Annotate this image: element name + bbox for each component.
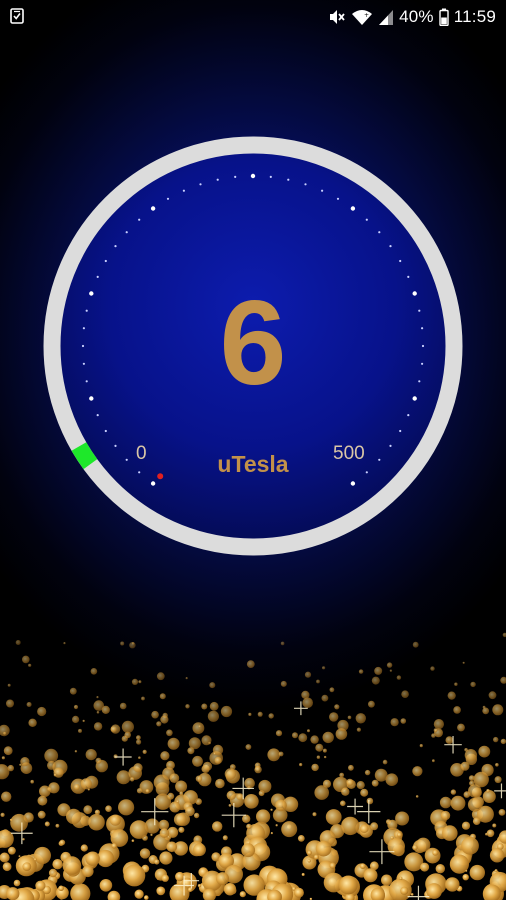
minor-tick — [269, 175, 272, 178]
minor-tick — [421, 362, 424, 365]
scale-min-label: 0 — [136, 443, 147, 464]
minor-tick — [104, 429, 107, 433]
gauge-value: 6 — [219, 276, 287, 410]
minor-tick — [389, 245, 392, 248]
minor-tick — [421, 327, 424, 330]
minor-tick — [336, 197, 340, 200]
major-tick — [89, 396, 94, 401]
major-tick — [350, 481, 356, 486]
minor-tick — [418, 309, 421, 312]
major-tick — [89, 291, 94, 296]
minor-tick — [399, 259, 402, 263]
minor-tick — [365, 471, 368, 474]
minor-tick — [85, 380, 88, 383]
minor-tick — [138, 218, 141, 221]
minor-tick — [82, 327, 85, 330]
minor-tick — [104, 259, 107, 263]
major-tick — [150, 481, 156, 486]
major-tick — [412, 396, 417, 401]
minor-tick — [125, 458, 128, 461]
scale-max-label: 500 — [333, 443, 365, 464]
minor-tick — [138, 471, 141, 474]
minor-tick — [389, 444, 392, 447]
major-tick — [412, 291, 417, 296]
major-tick — [150, 206, 156, 211]
minor-tick — [114, 245, 117, 248]
minor-tick — [114, 444, 117, 447]
minor-tick — [182, 189, 185, 192]
minor-tick — [365, 218, 368, 221]
gold-sparkle-decoration — [0, 632, 506, 900]
needle-dot — [157, 473, 164, 480]
minor-tick — [399, 429, 402, 433]
major-tick — [350, 206, 356, 211]
minor-tick — [85, 309, 88, 312]
app-screen: + 40% 11:59 6 uTesla 0 500 — [0, 0, 506, 900]
minor-tick — [125, 231, 128, 234]
minor-tick — [421, 344, 425, 348]
minor-tick — [407, 414, 410, 417]
minor-tick — [82, 362, 85, 365]
minor-tick — [166, 197, 170, 200]
minor-tick — [216, 178, 219, 181]
minor-tick — [321, 189, 324, 192]
major-tick — [250, 173, 256, 179]
minor-tick — [234, 175, 237, 178]
minor-tick — [96, 414, 99, 417]
minor-tick — [378, 458, 381, 461]
minor-tick — [199, 183, 202, 186]
value-indicator — [71, 442, 98, 470]
minor-tick — [287, 178, 290, 181]
minor-tick — [96, 275, 99, 278]
minor-tick — [407, 275, 410, 278]
minor-tick — [378, 231, 381, 234]
minor-tick — [418, 380, 421, 383]
minor-tick — [304, 183, 307, 186]
minor-tick — [81, 344, 85, 348]
gauge-unit: uTesla — [217, 451, 289, 477]
